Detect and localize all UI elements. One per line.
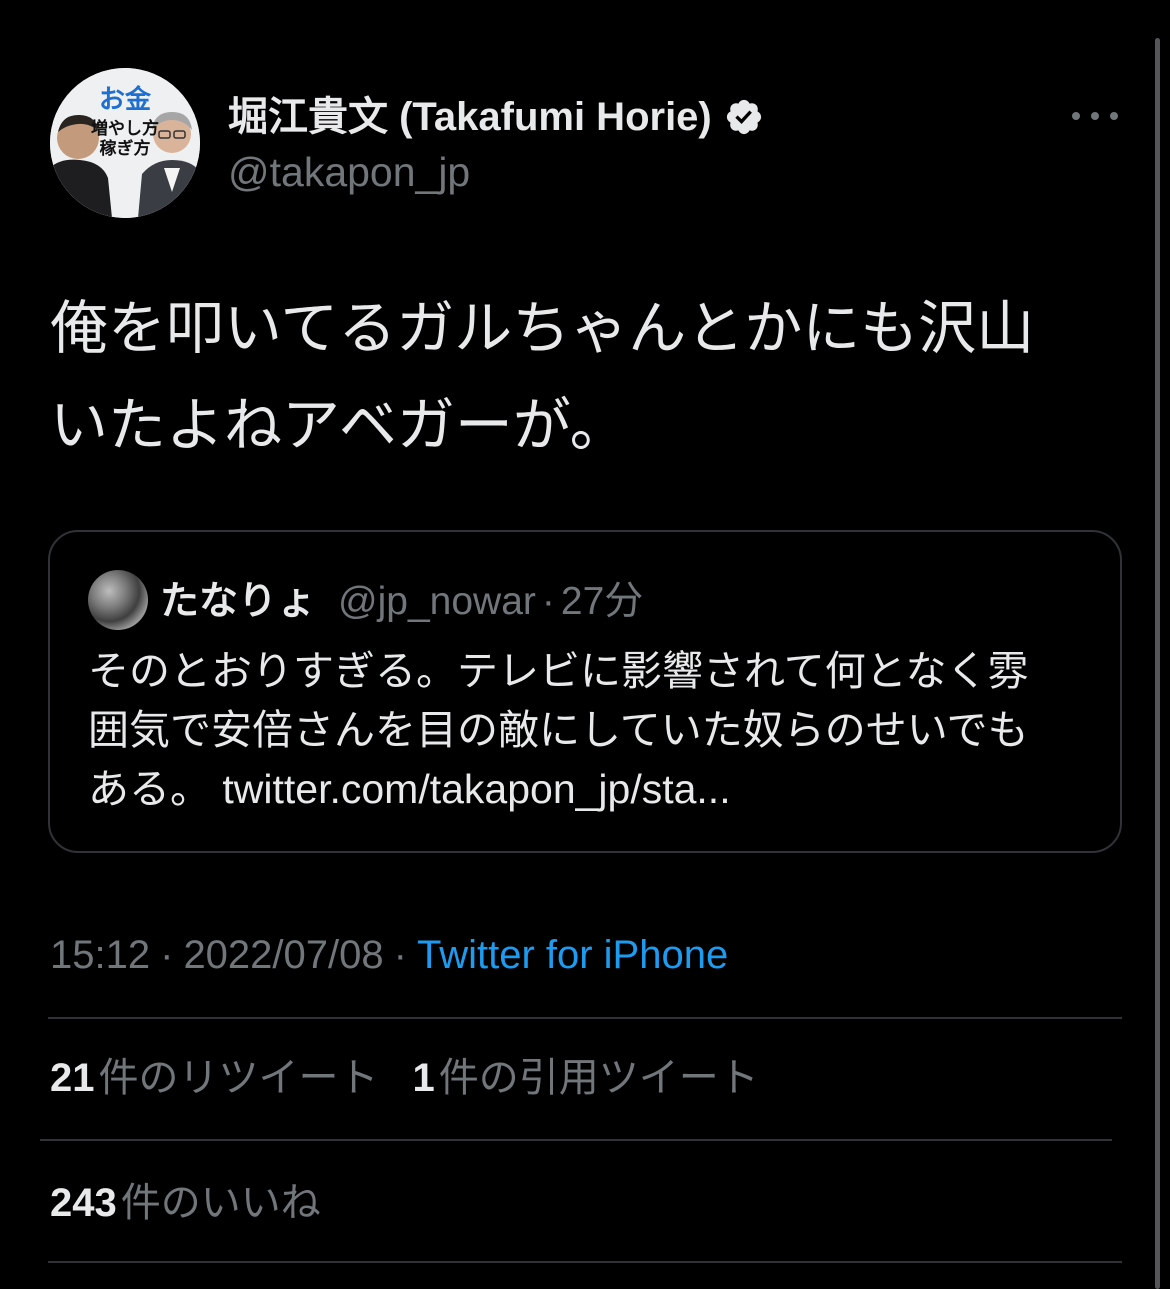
quoted-tweet-time: 27分 — [560, 580, 644, 623]
quote-tweets-count: 1 — [412, 1056, 435, 1100]
more-horizontal-icon — [1091, 112, 1099, 120]
author-name-row[interactable]: 堀江貴文 (Takafumi Horie) — [228, 92, 764, 142]
quote-tweets-stat[interactable]: 1 件の引用ツイート — [413, 1056, 759, 1100]
tweet-meta: 15:12 · 2022/07/08 · Twitter for iPhone — [50, 930, 728, 980]
likes-label: 件のいいね — [120, 1181, 321, 1225]
tweet-time: 15:12 — [50, 933, 151, 977]
quoted-separator: · — [541, 580, 555, 623]
engagement-stats-row: 21 件のリツイート 1 件の引用ツイート — [50, 1053, 759, 1103]
avatar-image: お金 増やし方 稼ぎ方 — [50, 68, 200, 218]
quoted-text-line: そのとおりすぎる。テレビに影響されて何となく雰 — [88, 648, 1029, 694]
quoted-tweet-text: そのとおりすぎる。テレビに影響されて何となく雰 囲気で安倍さんを目の敵にしていた… — [88, 642, 1029, 819]
quoted-tweet-card[interactable]: たなりょ @jp_nowar · 27分 そのとおりすぎる。テレビに影響されて何となく… — [48, 530, 1122, 853]
retweets-count: 21 — [50, 1056, 95, 1100]
tweet-text: 俺を叩いてるガルちゃんとかにも沢山 いたよねアベガーが。 — [50, 280, 1034, 474]
likes-count: 243 — [50, 1181, 117, 1225]
scrollbar[interactable] — [1155, 38, 1160, 1289]
quoted-author-name: たなりょ — [160, 580, 317, 623]
avatar-title-earn: 稼ぎ方 — [100, 138, 151, 158]
divider — [48, 1261, 1122, 1263]
retweets-stat[interactable]: 21 件のリツイート — [50, 1056, 379, 1100]
quoted-text-line: 囲気で安倍さんを目の敵にしていた奴らのせいでも — [88, 707, 1029, 753]
verified-badge-icon — [726, 99, 761, 135]
more-horizontal-icon — [1110, 112, 1118, 120]
meta-separator: · — [393, 933, 407, 977]
quoted-author-avatar — [88, 570, 148, 630]
more-options-button[interactable] — [1072, 101, 1118, 131]
likes-stat[interactable]: 243 件のいいね — [50, 1181, 321, 1225]
quoted-tweet-header: たなりょ @jp_nowar · 27分 — [160, 575, 643, 629]
author-name[interactable]: 堀江貴文 (Takafumi Horie) — [228, 92, 712, 142]
tweet-date: 2022/07/08 — [183, 933, 384, 977]
author-handle[interactable]: @takapon_jp — [228, 147, 470, 197]
quoted-author-handle: @jp_nowar — [338, 580, 536, 623]
divider — [40, 1139, 1112, 1141]
tweet-text-line: いたよねアベガーが。 — [50, 393, 628, 458]
more-horizontal-icon — [1072, 112, 1080, 120]
divider — [48, 1017, 1122, 1019]
retweets-label: 件のリツイート — [98, 1056, 379, 1100]
author-avatar[interactable]: お金 増やし方 稼ぎ方 — [50, 68, 200, 218]
tweet-text-line: 俺を叩いてるガルちゃんとかにも沢山 — [50, 296, 1035, 361]
tweet-source-link[interactable]: Twitter for iPhone — [417, 933, 728, 977]
likes-stats-row: 243 件のいいね — [50, 1178, 321, 1228]
avatar-title-money: お金 — [99, 84, 152, 114]
avatar-title-increase: 増やし方 — [91, 118, 159, 138]
meta-separator: · — [160, 933, 174, 977]
quote-tweets-label: 件の引用ツイート — [438, 1056, 759, 1100]
quoted-text-line: ある。 twitter.com/takapon_jp/sta... — [88, 766, 731, 812]
